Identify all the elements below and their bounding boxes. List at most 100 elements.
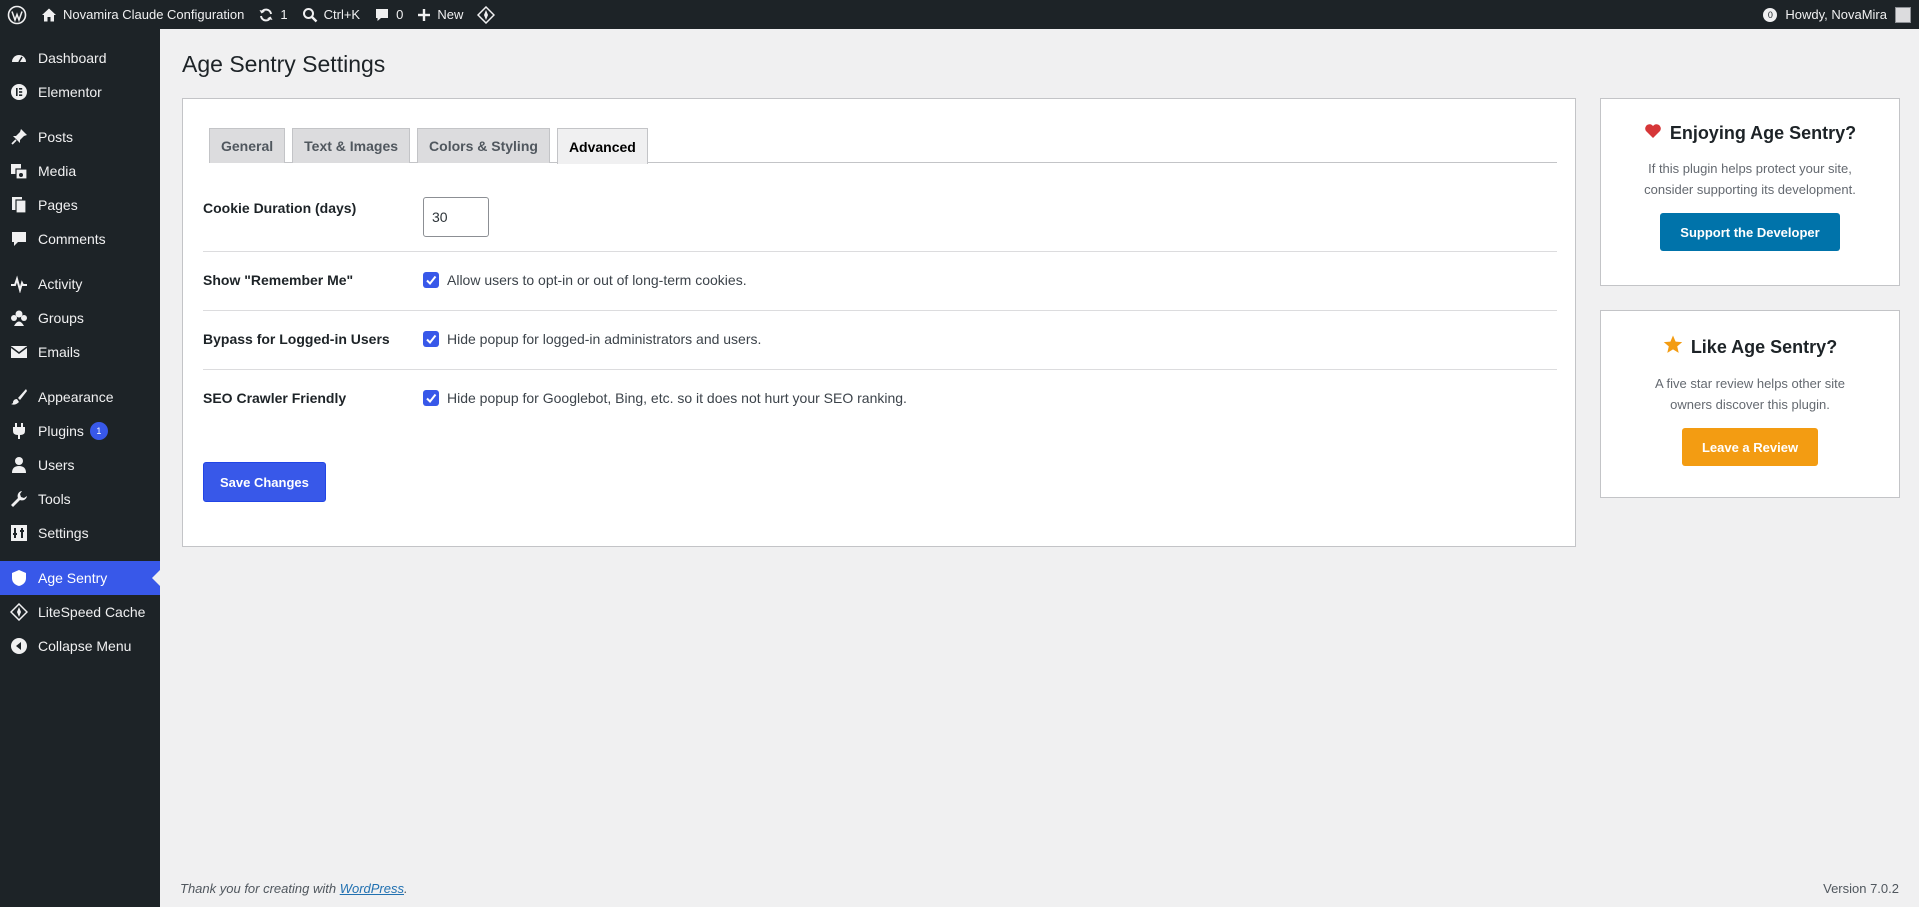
groups-icon	[10, 309, 28, 327]
sidebar-item-litespeed-cache[interactable]: LiteSpeed Cache	[0, 595, 160, 629]
pages-icon	[10, 196, 28, 214]
notifications-count[interactable]: 0	[1763, 7, 1778, 22]
sidebar-item-groups[interactable]: Groups	[0, 301, 160, 335]
new-content-menu[interactable]: New	[410, 0, 470, 29]
remember-me-checkbox[interactable]	[423, 272, 439, 288]
sidebar-item-age-sentry[interactable]: Age Sentry	[0, 561, 160, 595]
updates-icon	[258, 7, 274, 23]
sidebar-item-dashboard[interactable]: Dashboard	[0, 41, 160, 75]
settings-icon	[10, 524, 28, 542]
admin-bar: Novamira Claude Configuration 1 Ctrl+K 0…	[0, 0, 1919, 29]
seo-crawler-checkbox[interactable]	[423, 390, 439, 406]
bypass-logged-in-label: Bypass for Logged-in Users	[203, 331, 390, 347]
user-greeting[interactable]: Howdy, NovaMira	[1785, 7, 1887, 22]
tab-general[interactable]: General	[209, 128, 286, 163]
sidebar-item-tools[interactable]: Tools	[0, 482, 160, 516]
review-card-text-line: owners discover this plugin.	[1670, 397, 1830, 412]
wrench-icon	[10, 490, 28, 508]
brush-icon	[10, 388, 28, 406]
remember-me-field: Allow users to opt-in or out of long-ter…	[423, 272, 747, 288]
sidebar-item-label: Settings	[38, 525, 89, 541]
comment-icon	[374, 7, 390, 23]
sidebar-item-users[interactable]: Users	[0, 448, 160, 482]
support-card-title-text: Enjoying Age Sentry?	[1669, 123, 1857, 143]
support-developer-button[interactable]: Support the Developer	[1660, 213, 1840, 251]
sidebar-item-label: Appearance	[38, 389, 114, 405]
support-card-title: Enjoying Age Sentry?	[1601, 123, 1899, 144]
sidebar-item-settings[interactable]: Settings	[0, 516, 160, 550]
seo-crawler-field: Hide popup for Googlebot, Bing, etc. so …	[423, 390, 907, 406]
sidebar-item-label: Plugins	[38, 423, 84, 439]
user-icon	[10, 456, 28, 474]
tab-advanced[interactable]: Advanced	[556, 128, 648, 164]
comments-menu[interactable]: 0	[367, 0, 410, 29]
checkmark-icon	[426, 334, 437, 345]
command-palette-menu[interactable]: Ctrl+K	[295, 0, 367, 29]
cookie-duration-input[interactable]: 30	[423, 197, 489, 237]
page-title: Age Sentry Settings	[182, 51, 386, 77]
site-name-menu[interactable]: Novamira Claude Configuration	[34, 0, 251, 29]
sidebar-item-pages[interactable]: Pages	[0, 188, 160, 222]
shield-icon	[10, 569, 28, 587]
sidebar-item-label: Media	[38, 163, 77, 179]
activity-icon	[10, 275, 28, 293]
review-card-text: A five star review helps other site owne…	[1601, 373, 1899, 415]
email-icon	[10, 343, 28, 361]
main-content: Age Sentry Settings General Text & Image…	[160, 29, 1919, 907]
bypass-logged-in-checkbox[interactable]	[423, 331, 439, 347]
support-card: Enjoying Age Sentry? If this plugin help…	[1600, 98, 1900, 286]
sidebar-item-collapse-menu[interactable]: Collapse Menu	[0, 629, 160, 663]
heart-icon	[1644, 123, 1662, 144]
sidebar-item-label: Groups	[38, 310, 84, 326]
sidebar-item-label: Pages	[38, 197, 78, 213]
tab-colors-styling[interactable]: Colors & Styling	[417, 128, 550, 163]
search-shortcut: Ctrl+K	[323, 7, 361, 22]
row-seo-crawler: SEO Crawler Friendly Hide popup for Goog…	[203, 370, 1557, 429]
settings-panel: General Text & Images Colors & Styling A…	[182, 98, 1576, 547]
sidebar-item-label: Posts	[38, 129, 74, 145]
review-card: Like Age Sentry? A five star review help…	[1600, 310, 1900, 498]
tab-text-images[interactable]: Text & Images	[292, 128, 411, 163]
plugins-update-badge: 1	[89, 422, 108, 440]
sidebar-item-emails[interactable]: Emails	[0, 335, 160, 369]
sidebar-item-label: Emails	[38, 344, 81, 360]
row-cookie-duration: Cookie Duration (days) 30	[203, 163, 1557, 252]
sidebar-item-label: Collapse Menu	[38, 638, 132, 654]
updates-count: 1	[280, 7, 288, 22]
sidebar-item-label: Tools	[38, 491, 71, 507]
updates-menu[interactable]: 1	[251, 0, 294, 29]
sidebar-item-activity[interactable]: Activity	[0, 267, 160, 301]
sidebar-item-posts[interactable]: Posts	[0, 120, 160, 154]
save-changes-button[interactable]: Save Changes	[203, 462, 326, 502]
wordpress-logo-menu[interactable]	[0, 0, 34, 29]
media-icon	[10, 162, 28, 180]
settings-tabs: General Text & Images Colors & Styling A…	[209, 128, 1557, 164]
collapse-icon	[10, 637, 28, 655]
remember-me-label: Show "Remember Me"	[203, 272, 354, 288]
wordpress-link[interactable]: WordPress	[340, 881, 404, 896]
wordpress-logo-icon	[7, 5, 27, 25]
sidebar-item-appearance[interactable]: Appearance	[0, 380, 160, 414]
checkmark-icon	[426, 393, 437, 404]
sidebar-item-media[interactable]: Media	[0, 154, 160, 188]
dashboard-icon	[10, 49, 28, 67]
leave-review-button[interactable]: Leave a Review	[1681, 428, 1819, 466]
support-card-text: If this plugin helps protect your site, …	[1601, 158, 1899, 200]
sidebar-item-comments[interactable]: Comments	[0, 222, 160, 256]
sidebar-item-label: LiteSpeed Cache	[38, 604, 146, 620]
litespeed-icon	[477, 5, 496, 24]
row-bypass-logged-in: Bypass for Logged-in Users Hide popup fo…	[203, 311, 1557, 370]
admin-sidebar: Dashboard Elementor Posts Media Pages Co…	[0, 29, 160, 907]
support-card-text-line: If this plugin helps protect your site,	[1648, 161, 1852, 176]
sidebar-item-plugins[interactable]: Plugins 1	[0, 414, 160, 448]
cookie-duration-field: 30	[423, 197, 489, 237]
bypass-logged-in-description: Hide popup for logged-in administrators …	[447, 331, 762, 347]
litespeed-menu[interactable]	[470, 0, 502, 29]
avatar[interactable]	[1895, 6, 1911, 23]
sidebar-item-label: Activity	[38, 276, 83, 292]
plus-icon	[417, 8, 431, 22]
review-card-title-text: Like Age Sentry?	[1690, 336, 1838, 357]
sidebar-item-elementor[interactable]: Elementor	[0, 75, 160, 109]
footer-thanks-text: Thank you for creating with	[180, 881, 337, 896]
pin-icon	[10, 128, 28, 146]
